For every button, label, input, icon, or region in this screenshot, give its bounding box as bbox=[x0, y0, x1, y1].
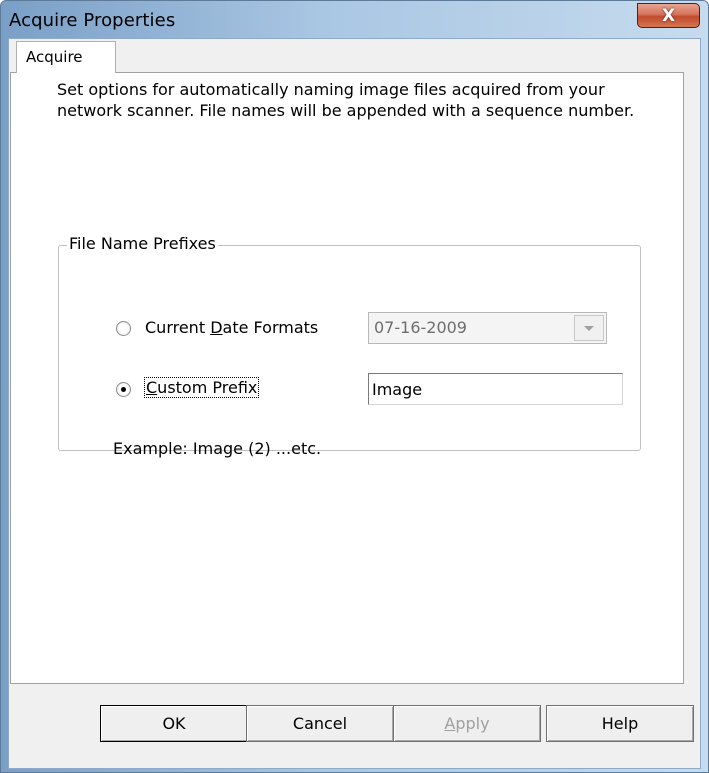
apply-button-label: Apply bbox=[444, 714, 489, 733]
apply-rest: pply bbox=[455, 714, 490, 733]
chevron-down-icon bbox=[584, 326, 594, 331]
group-label: File Name Prefixes bbox=[67, 234, 218, 253]
current-date-formats-label[interactable]: Current Date Formats bbox=[145, 318, 318, 337]
tab-acquire-label: Acquire bbox=[26, 48, 83, 66]
close-button[interactable]: X bbox=[637, 3, 700, 28]
current-date-formats-radio[interactable] bbox=[116, 321, 131, 336]
current-date-label-mnemonic: D bbox=[210, 318, 223, 337]
cancel-button-label: Cancel bbox=[292, 714, 348, 733]
file-name-prefixes-group: File Name Prefixes bbox=[58, 234, 641, 451]
custom-prefix-label-mnemonic: C bbox=[146, 378, 158, 397]
date-format-dropdown[interactable]: 07-16-2009 bbox=[368, 312, 607, 344]
tab-acquire[interactable]: Acquire bbox=[16, 41, 116, 73]
dropdown-button[interactable] bbox=[574, 315, 604, 341]
apply-mnemonic: A bbox=[444, 714, 456, 733]
ok-button-label: OK bbox=[162, 714, 186, 733]
help-button-label: Help bbox=[601, 714, 639, 733]
cancel-button[interactable]: Cancel bbox=[246, 705, 394, 742]
apply-button[interactable]: Apply bbox=[393, 705, 541, 742]
current-date-label-post: ate Formats bbox=[222, 318, 319, 337]
custom-prefix-label[interactable]: Custom Prefix bbox=[144, 377, 260, 398]
help-button[interactable]: Help bbox=[546, 705, 694, 742]
example-text: Example: Image (2) ...etc. bbox=[113, 439, 322, 458]
radio-selected-dot bbox=[121, 387, 126, 392]
current-date-label-pre: Current bbox=[145, 318, 211, 337]
date-format-value: 07-16-2009 bbox=[374, 318, 467, 337]
focus-rectangle: Custom Prefix bbox=[144, 377, 260, 398]
ok-button[interactable]: OK bbox=[100, 705, 248, 742]
close-icon: X bbox=[661, 5, 676, 26]
title-bar[interactable]: Acquire Properties X bbox=[1, 1, 708, 37]
custom-prefix-field[interactable] bbox=[368, 373, 623, 405]
custom-prefix-label-post: ustom Prefix bbox=[157, 378, 258, 397]
window-title: Acquire Properties bbox=[9, 10, 176, 31]
custom-prefix-input[interactable] bbox=[372, 377, 617, 401]
custom-prefix-radio[interactable] bbox=[116, 382, 131, 397]
description-text: Set options for automatically naming ima… bbox=[57, 80, 635, 120]
